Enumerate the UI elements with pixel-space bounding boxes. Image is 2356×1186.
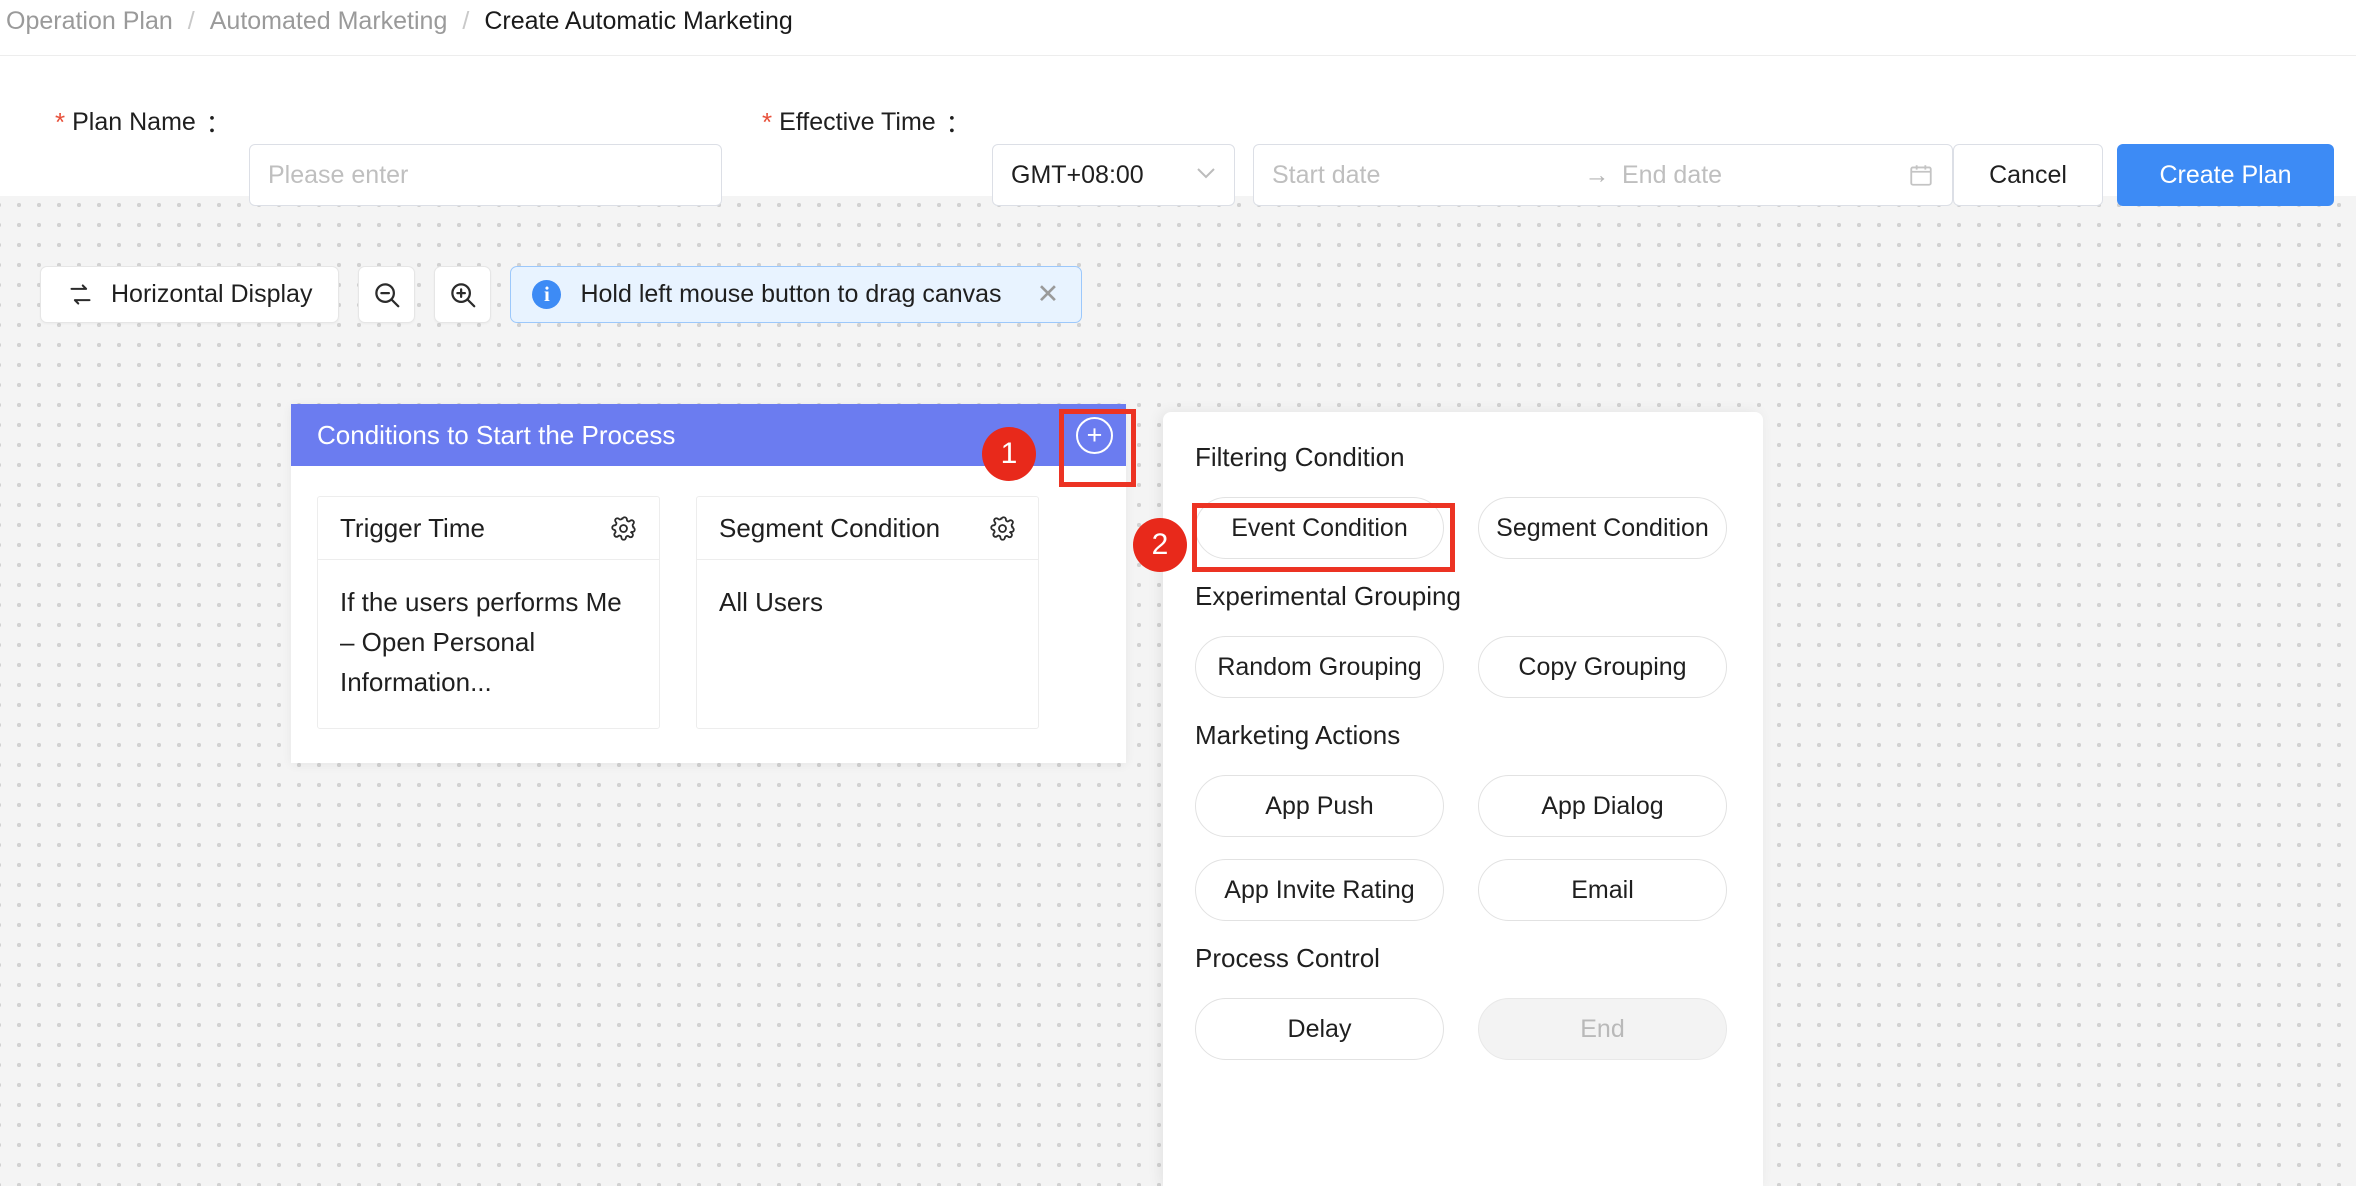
annotation-highlight-event-condition: [1192, 503, 1455, 572]
palette-section-process-control: Process Control Delay End: [1195, 943, 1727, 1060]
palette-option-copy-grouping[interactable]: Copy Grouping: [1478, 636, 1727, 698]
plan-name-placeholder: Please enter: [268, 160, 409, 189]
palette-option-random-grouping[interactable]: Random Grouping: [1195, 636, 1444, 698]
canvas-drag-tip-text: Hold left mouse button to drag canvas: [580, 280, 1002, 308]
palette-section-title: Filtering Condition: [1195, 442, 1405, 472]
create-plan-button[interactable]: Create Plan: [2117, 144, 2334, 206]
breadcrumb-item-automated-marketing[interactable]: Automated Marketing: [210, 4, 448, 38]
swap-arrows-icon: [67, 281, 94, 308]
node-card-header: Segment Condition: [697, 497, 1038, 560]
breadcrumb-separator: /: [187, 7, 195, 35]
node-card-title: Segment Condition: [719, 512, 941, 543]
palette-option-app-invite-rating[interactable]: App Invite Rating: [1195, 859, 1444, 921]
canvas-toolbar: Horizontal Display i Hold left mouse but…: [40, 266, 1083, 323]
palette-option-row: Random Grouping Copy Grouping: [1195, 636, 1727, 698]
palette-option-row: App Invite Rating Email: [1195, 859, 1727, 921]
annotation-badge-2: 2: [1133, 518, 1187, 572]
node-card-header: Trigger Time: [318, 497, 659, 560]
palette-option-email[interactable]: Email: [1478, 859, 1727, 921]
plan-name-label-text: Plan Name: [72, 107, 196, 136]
plan-form-bar: * Plan Name ： Please enter * Effective T…: [0, 55, 2356, 206]
horizontal-display-label: Horizontal Display: [111, 280, 313, 308]
palette-option-app-push[interactable]: App Push: [1195, 775, 1444, 837]
palette-option-row: Delay End: [1195, 998, 1727, 1060]
plan-name-label: * Plan Name ：: [55, 105, 231, 139]
date-range-picker[interactable]: Start date → End date: [1253, 144, 1953, 206]
palette-option-segment-condition[interactable]: Segment Condition: [1478, 497, 1727, 559]
zoom-out-icon: [372, 280, 402, 310]
required-asterisk: *: [55, 107, 66, 137]
plan-name-colon: ：: [205, 110, 231, 138]
app-root: Operation Plan / Automated Marketing / C…: [0, 0, 2356, 1186]
annotation-badge-1: 1: [982, 427, 1036, 481]
palette-section-title: Process Control: [1195, 943, 1380, 973]
palette-option-app-dialog[interactable]: App Dialog: [1478, 775, 1727, 837]
canvas-drag-tip: i Hold left mouse button to drag canvas …: [510, 266, 1083, 323]
gear-icon[interactable]: [989, 515, 1016, 542]
zoom-in-icon: [448, 280, 478, 310]
palette-section-title: Marketing Actions: [1195, 720, 1401, 750]
palette-option-delay[interactable]: Delay: [1195, 998, 1444, 1060]
flow-node-body: Trigger Time If the users performs Me – …: [291, 466, 1126, 763]
node-card-body: All Users: [719, 587, 824, 617]
effective-time-label: * Effective Time ：: [762, 105, 971, 139]
page-header: Operation Plan / Automated Marketing / C…: [0, 0, 2356, 206]
zoom-in-button[interactable]: [434, 266, 492, 323]
node-card-body: If the users performs Me – Open Personal…: [340, 587, 622, 697]
breadcrumb: Operation Plan / Automated Marketing / C…: [6, 4, 793, 38]
flow-node-title: Conditions to Start the Process: [317, 419, 676, 450]
start-date-input[interactable]: Start date: [1272, 161, 1572, 190]
info-icon: i: [532, 280, 562, 309]
cancel-button[interactable]: Cancel: [1953, 144, 2103, 206]
breadcrumb-separator: /: [462, 7, 470, 35]
breadcrumb-item-current: Create Automatic Marketing: [484, 7, 793, 35]
effective-time-label-text: Effective Time: [779, 107, 936, 136]
palette-section-experimental-grouping: Experimental Grouping Random Grouping Co…: [1195, 581, 1727, 698]
close-icon[interactable]: ✕: [1037, 281, 1060, 308]
node-card-trigger-time[interactable]: Trigger Time If the users performs Me – …: [317, 496, 660, 729]
node-card-segment-condition[interactable]: Segment Condition All Users: [696, 496, 1039, 729]
palette-section-title: Experimental Grouping: [1195, 581, 1461, 611]
annotation-highlight-add-button: [1059, 409, 1136, 487]
node-card-title: Trigger Time: [340, 512, 485, 543]
palette-option-end: End: [1478, 998, 1727, 1060]
palette-section-marketing-actions: Marketing Actions App Push App Dialog Ap…: [1195, 720, 1727, 921]
zoom-out-button[interactable]: [358, 266, 416, 323]
timezone-select[interactable]: GMT+08:00: [992, 144, 1235, 206]
timezone-value: GMT+08:00: [1011, 160, 1144, 189]
gear-icon[interactable]: [610, 515, 637, 542]
date-range-arrow-icon: →: [1584, 160, 1610, 189]
effective-time-colon: ：: [945, 110, 971, 138]
breadcrumb-item-operation-plan[interactable]: Operation Plan: [6, 4, 173, 38]
calendar-icon: [1908, 162, 1934, 188]
plan-name-input[interactable]: Please enter: [249, 144, 722, 206]
chevron-down-icon: [1196, 164, 1216, 186]
horizontal-display-button[interactable]: Horizontal Display: [40, 266, 340, 323]
end-date-input[interactable]: End date: [1622, 161, 1908, 190]
palette-option-row: App Push App Dialog: [1195, 775, 1727, 837]
required-asterisk: *: [762, 107, 773, 137]
